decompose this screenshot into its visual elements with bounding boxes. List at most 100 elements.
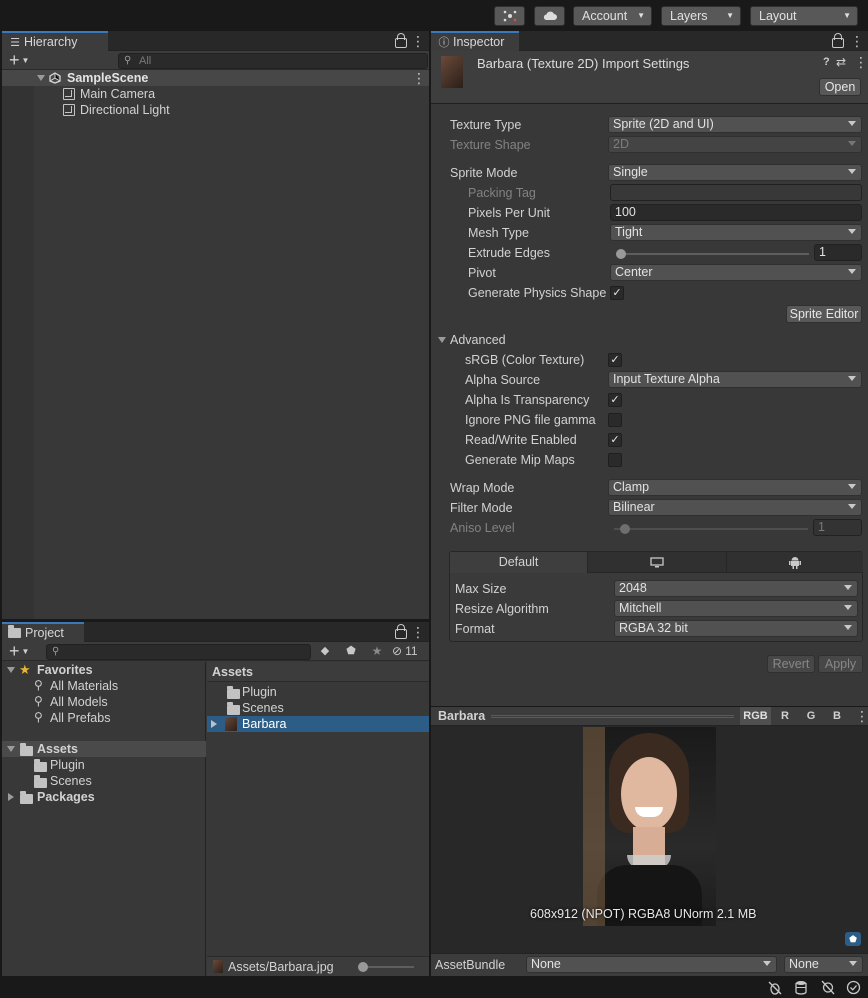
alpha-source-dropdown[interactable]: Input Texture Alpha — [608, 371, 862, 388]
apply-button[interactable]: Apply — [818, 655, 863, 673]
file-row[interactable]: Scenes — [207, 700, 429, 716]
icon-size-slider-thumb[interactable] — [358, 962, 368, 972]
extrude-edges-field[interactable]: 1 — [814, 244, 862, 261]
hierarchy-item[interactable]: Main Camera — [2, 86, 429, 102]
breadcrumb-assets[interactable]: Assets — [212, 665, 253, 679]
extrude-edges-slider-track[interactable] — [616, 253, 809, 255]
collapse-arrow-icon[interactable] — [8, 793, 14, 801]
generate-physics-shape-checkbox[interactable]: ✓ — [610, 286, 624, 300]
extrude-edges-slider-thumb[interactable] — [616, 249, 626, 259]
format-dropdown[interactable]: RGBA 32 bit — [614, 620, 858, 637]
platform-tab-default[interactable]: Default — [450, 552, 588, 573]
tab-project[interactable]: Project — [2, 622, 84, 642]
create-button[interactable]: + ▼ — [9, 642, 29, 661]
lock-icon[interactable] — [395, 624, 407, 639]
icon-size-slider-track[interactable] — [362, 966, 414, 968]
project-search-input[interactable]: ⚲ — [46, 644, 311, 660]
info-icon: ⓘ — [438, 37, 450, 49]
format-value: RGBA 32 bit — [619, 621, 688, 635]
file-row[interactable]: Plugin — [207, 684, 429, 700]
auto-generate-lighting-off-icon[interactable] — [820, 980, 836, 995]
tab-inspector[interactable]: ⓘ Inspector — [431, 31, 519, 51]
packages-folder-row[interactable]: Packages — [2, 789, 206, 805]
component-menu-icon[interactable]: ⋮ — [854, 54, 868, 70]
assets-folder-row[interactable]: Assets — [2, 741, 206, 757]
folder-row[interactable]: Plugin — [2, 757, 206, 773]
ignore-png-gamma-checkbox[interactable] — [608, 413, 622, 427]
expand-arrow-icon[interactable] — [211, 720, 217, 728]
hidden-packages-toggle[interactable]: ⊘ 11 — [392, 643, 428, 660]
aniso-level-slider-thumb — [620, 524, 630, 534]
assetbundle-variant-dropdown[interactable]: None — [784, 956, 863, 973]
expand-arrow-icon[interactable] — [7, 746, 15, 752]
read-write-checkbox[interactable]: ✓ — [608, 433, 622, 447]
srgb-checkbox[interactable]: ✓ — [608, 353, 622, 367]
open-button[interactable]: Open — [819, 78, 861, 96]
platform-tab-standalone[interactable] — [588, 552, 727, 573]
asset-label-button[interactable]: ⬟ — [845, 932, 861, 946]
layers-dropdown[interactable]: Layers ▼ — [661, 6, 741, 26]
channel-button-g[interactable]: G — [799, 707, 823, 725]
favorite-item[interactable]: ⚲ All Prefabs — [2, 710, 206, 726]
preset-icon[interactable]: ⇄ — [836, 55, 846, 69]
search-by-label-button[interactable]: ⬟ — [341, 643, 361, 660]
chevron-down-icon: ▼ — [843, 11, 851, 20]
pixels-per-unit-label: Pixels Per Unit — [468, 206, 550, 220]
channel-label: RGB — [743, 710, 768, 722]
collab-button[interactable] — [494, 6, 525, 26]
scene-row[interactable]: SampleScene ⋮ — [2, 70, 429, 86]
resize-algorithm-dropdown[interactable]: Mitchell — [614, 600, 858, 617]
sprite-editor-button[interactable]: Sprite Editor — [786, 305, 862, 323]
folder-icon — [34, 759, 47, 772]
cloud-button[interactable] — [534, 6, 565, 26]
filter-mode-dropdown[interactable]: Bilinear — [608, 499, 862, 516]
file-row-selected[interactable]: Barbara — [207, 716, 429, 732]
advanced-foldout-label[interactable]: Advanced — [450, 333, 506, 347]
search-by-type-button[interactable]: ◆ — [315, 643, 335, 660]
assetbundle-name-value: None — [531, 957, 561, 971]
favorites-row[interactable]: ★ Favorites — [2, 662, 206, 678]
scene-menu-icon[interactable]: ⋮ — [412, 70, 426, 86]
platform-tab-android[interactable] — [727, 552, 863, 573]
preview-menu-icon[interactable]: ⋮ — [855, 708, 868, 724]
texture-type-dropdown[interactable]: Sprite (2D and UI) — [608, 116, 862, 133]
database-icon[interactable] — [793, 980, 809, 995]
favorites-star-button[interactable]: ★ — [367, 643, 387, 660]
layout-dropdown[interactable]: Layout ▼ — [750, 6, 858, 26]
expand-arrow-icon[interactable] — [37, 75, 45, 81]
star-icon: ★ — [371, 644, 383, 658]
more-options-icon[interactable]: ⋮ — [411, 33, 425, 49]
channel-button-rgb[interactable]: RGB — [740, 707, 771, 725]
assetbundle-name-dropdown[interactable]: None — [526, 956, 777, 973]
account-dropdown[interactable]: Account ▼ — [573, 6, 652, 26]
progress-check-icon[interactable] — [846, 980, 861, 995]
expand-arrow-icon[interactable] — [7, 667, 15, 673]
help-icon[interactable]: ? — [823, 56, 830, 68]
hierarchy-search-input[interactable]: ⚲ All — [118, 53, 428, 69]
preview-drag-handle[interactable] — [491, 715, 734, 718]
create-button[interactable]: + ▼ — [9, 51, 29, 70]
favorite-item[interactable]: ⚲ All Materials — [2, 678, 206, 694]
favorite-item[interactable]: ⚲ All Models — [2, 694, 206, 710]
mesh-type-dropdown[interactable]: Tight — [610, 224, 862, 241]
alpha-is-transparency-checkbox[interactable]: ✓ — [608, 393, 622, 407]
debug-off-icon[interactable] — [767, 980, 783, 995]
pixels-per-unit-field[interactable]: 100 — [610, 204, 862, 221]
more-options-icon[interactable]: ⋮ — [411, 624, 425, 640]
lock-icon[interactable] — [395, 33, 407, 48]
channel-button-r[interactable]: R — [773, 707, 797, 725]
revert-button[interactable]: Revert — [767, 655, 815, 673]
wrap-mode-dropdown[interactable]: Clamp — [608, 479, 862, 496]
max-size-dropdown[interactable]: 2048 — [614, 580, 858, 597]
advanced-foldout-arrow-icon[interactable] — [438, 337, 446, 343]
lock-icon[interactable] — [832, 33, 844, 48]
extrude-edges-value: 1 — [819, 245, 826, 259]
more-options-icon[interactable]: ⋮ — [850, 33, 864, 49]
tab-hierarchy[interactable]: ☰ Hierarchy — [2, 31, 108, 51]
pivot-dropdown[interactable]: Center — [610, 264, 862, 281]
hierarchy-item[interactable]: Directional Light — [2, 102, 429, 118]
sprite-mode-dropdown[interactable]: Single — [608, 164, 862, 181]
mip-maps-checkbox[interactable] — [608, 453, 622, 467]
channel-button-b[interactable]: B — [825, 707, 849, 725]
folder-row[interactable]: Scenes — [2, 773, 206, 789]
